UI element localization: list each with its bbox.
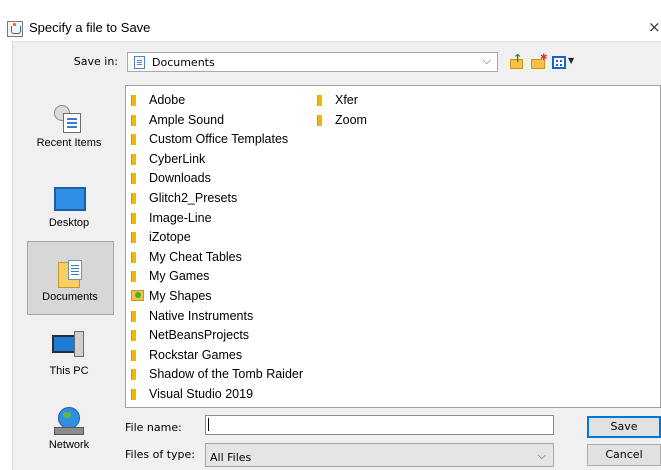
folder-icon xyxy=(131,251,136,263)
file-name: Downloads xyxy=(149,171,211,186)
close-icon[interactable]: × xyxy=(648,18,661,36)
file-item[interactable]: NetBeansProjects xyxy=(130,325,315,345)
file-name: iZotope xyxy=(149,230,191,245)
file-item[interactable]: Adobe xyxy=(130,90,315,110)
file-name: CyberLink xyxy=(149,151,206,166)
folder-icon xyxy=(131,153,136,165)
file-name: Adobe xyxy=(149,93,186,107)
save-in-label: Save in: xyxy=(73,55,118,68)
file-item[interactable]: Rockstar Games xyxy=(130,345,315,365)
place-label: Desktop xyxy=(48,217,90,229)
file-item[interactable]: Xfer xyxy=(316,90,501,110)
documents-icon xyxy=(58,260,86,288)
place-documents[interactable]: Documents xyxy=(27,241,114,315)
file-item[interactable]: iZotope xyxy=(130,227,315,247)
chevron-down-icon[interactable]: ⌵ xyxy=(538,449,546,463)
file-item[interactable]: Glitch2_Presets xyxy=(130,188,315,208)
folder-icon xyxy=(131,349,136,361)
up-one-level-button[interactable]: ↑ xyxy=(508,52,526,72)
folder-icon xyxy=(131,192,136,204)
file-item[interactable]: My Games xyxy=(130,266,315,286)
file-type-label: Files of type: xyxy=(125,448,196,461)
file-name: Xfer xyxy=(335,93,358,107)
chevron-down-icon[interactable]: ⌵ xyxy=(483,54,491,68)
caret-down-icon: ▼ xyxy=(568,56,575,65)
documents-icon xyxy=(134,56,145,69)
create-new-folder-button[interactable]: ✱ xyxy=(530,53,548,72)
save-in-value: Documents xyxy=(152,56,215,69)
file-name: Ample Sound xyxy=(149,112,225,127)
place-this-pc[interactable]: This PC xyxy=(24,329,114,401)
place-label: This PC xyxy=(49,365,89,377)
folder-icon xyxy=(131,114,136,126)
this-pc-icon xyxy=(52,331,86,359)
recent-items-icon xyxy=(54,105,84,133)
title-bar: Specify a file to Save × xyxy=(0,0,661,40)
place-label: Network xyxy=(48,439,90,451)
file-name: Visual Studio 2019 xyxy=(149,386,254,401)
places-bar: Recent Items Desktop Documents This PC N… xyxy=(24,85,116,470)
file-item[interactable]: My Cheat Tables xyxy=(130,247,315,267)
view-menu-icon xyxy=(552,56,566,69)
folder-icon xyxy=(131,271,136,283)
file-item[interactable]: Ample Sound xyxy=(130,110,315,130)
folder-icon xyxy=(131,232,136,244)
place-label: Recent Items xyxy=(36,137,102,149)
file-item[interactable]: Image-Line xyxy=(130,208,315,228)
file-column: Xfer Zoom xyxy=(316,90,501,129)
file-name: Native Instruments xyxy=(149,308,254,323)
file-name: Glitch2_Presets xyxy=(149,190,238,205)
file-type-combo[interactable]: All Files ⌵ xyxy=(205,443,554,467)
file-name: Custom Office Templates xyxy=(149,132,289,147)
file-item[interactable]: Zoom xyxy=(316,110,501,130)
folder-icon xyxy=(131,173,136,185)
file-item[interactable]: Shadow of the Tomb Raider xyxy=(130,364,315,384)
place-label: Documents xyxy=(42,291,98,303)
file-item[interactable]: Custom Office Templates xyxy=(130,129,315,149)
java-cup-icon xyxy=(7,21,23,37)
file-name: NetBeansProjects xyxy=(149,328,250,343)
window-title: Specify a file to Save xyxy=(29,20,151,35)
file-item[interactable]: Visual Studio 2019 xyxy=(130,384,315,404)
folder-icon xyxy=(317,114,322,126)
folder-icon xyxy=(131,330,136,342)
file-name: Shadow of the Tomb Raider xyxy=(149,367,304,382)
folder-icon xyxy=(131,95,136,106)
save-button[interactable]: Save xyxy=(587,416,661,438)
file-name: Rockstar Games xyxy=(149,347,243,362)
file-name-label: File name: xyxy=(125,421,182,434)
place-recent-items[interactable]: Recent Items xyxy=(24,103,114,175)
file-item[interactable]: Downloads xyxy=(130,168,315,188)
network-icon xyxy=(54,407,86,437)
file-name-field[interactable] xyxy=(205,415,554,435)
folder-icon xyxy=(317,95,322,106)
folder-icon xyxy=(131,212,136,224)
file-type-value: All Files xyxy=(210,451,252,464)
file-column: Adobe Ample Sound Custom Office Template… xyxy=(130,90,315,404)
file-item[interactable]: Native Instruments xyxy=(130,306,315,326)
place-network[interactable]: Network xyxy=(24,405,114,470)
desktop-icon xyxy=(54,187,86,211)
shapes-folder-icon xyxy=(131,289,144,301)
folder-icon xyxy=(131,310,136,322)
cancel-button[interactable]: Cancel xyxy=(587,444,661,466)
file-name: Image-Line xyxy=(149,210,212,225)
save-in-combo[interactable]: Documents ⌵ xyxy=(127,52,498,72)
folder-icon xyxy=(131,134,136,146)
file-name: My Cheat Tables xyxy=(149,249,242,264)
view-menu-button[interactable]: ▼ xyxy=(551,54,577,72)
file-item[interactable]: CyberLink xyxy=(130,149,315,169)
file-list[interactable]: Adobe Ample Sound Custom Office Template… xyxy=(125,85,661,408)
file-name: Zoom xyxy=(335,112,367,127)
file-name: My Games xyxy=(149,269,210,284)
file-name: My Shapes xyxy=(149,288,212,303)
folder-icon xyxy=(131,369,136,381)
folder-icon xyxy=(131,388,136,400)
file-item[interactable]: My Shapes xyxy=(130,286,315,306)
